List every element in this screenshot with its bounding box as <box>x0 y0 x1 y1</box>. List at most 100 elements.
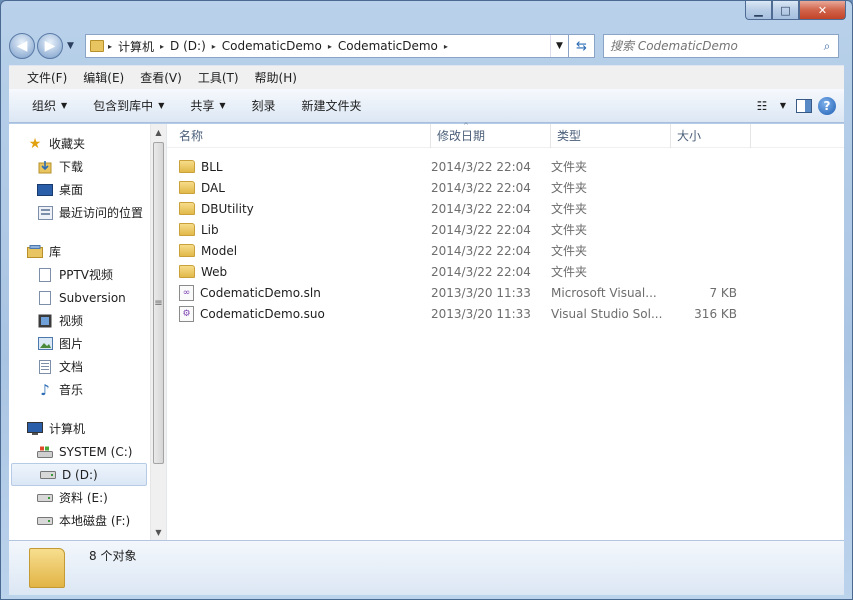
sidebar-item-label: 本地磁盘 (F:) <box>59 514 131 528</box>
menu-tools[interactable]: 工具(T) <box>190 69 247 86</box>
table-row[interactable]: ∞ CodematicDemo.sln 2013/3/20 11:33 Microso… <box>167 282 844 303</box>
sidebar-item-desktop[interactable]: 桌面 <box>9 178 149 201</box>
file-date-cell: 2014/3/22 22:04 <box>431 222 531 237</box>
breadcrumb-separator[interactable]: ▸ <box>444 42 448 51</box>
address-dropdown-icon[interactable]: ▼ <box>550 35 568 57</box>
search-icon[interactable]: ⌕ <box>816 39 838 54</box>
burn-button[interactable]: 刻录 <box>239 97 289 114</box>
recent-places-icon <box>37 205 53 220</box>
breadcrumb-codematicdemo-parent[interactable]: CodematicDemo <box>216 39 328 53</box>
file-size-cell: 316 KB <box>694 306 737 321</box>
maximize-button[interactable]: □ <box>772 1 799 20</box>
back-button[interactable]: ◀ <box>9 33 35 59</box>
scroll-thumb[interactable]: ≡ <box>153 142 164 464</box>
pictures-icon <box>37 337 53 351</box>
breadcrumb-computer[interactable]: 计算机 <box>112 38 160 55</box>
video-icon <box>37 314 53 328</box>
sidebar-item-videos[interactable]: 视频 <box>9 309 149 332</box>
file-name-cell[interactable]: DBUtility <box>167 202 425 216</box>
file-type-cell: 文件夹 <box>551 244 588 258</box>
navigation-pane: ★ 收藏夹 下载 桌面 最近访问的位置 库 PPTV视频 Subversion 视… <box>9 124 167 540</box>
table-row[interactable]: ⚙ CodematicDemo.suo 2013/3/20 11:33 Visual … <box>167 303 844 324</box>
sidebar-item-drive-d[interactable]: D (D:) <box>11 463 147 486</box>
share-button[interactable]: 共享 ▼ <box>177 97 238 114</box>
drive-icon <box>40 468 56 482</box>
menu-view[interactable]: 查看(V) <box>132 69 190 86</box>
recent-pages-dropdown[interactable]: ▼ <box>67 41 81 51</box>
scroll-down-icon[interactable]: ▼ <box>151 524 166 540</box>
file-date-cell: 2014/3/22 22:04 <box>431 180 531 195</box>
breadcrumb-drive-d[interactable]: D (D:) <box>164 39 212 53</box>
folder-icon <box>179 244 195 257</box>
preview-pane-button[interactable] <box>790 95 818 117</box>
details-pane: 8 个对象 <box>9 540 844 595</box>
settings-file-icon: ⚙ <box>179 305 194 322</box>
column-header-date[interactable]: 修改日期 <box>431 123 551 148</box>
sidebar-item-subversion[interactable]: Subversion <box>9 286 149 309</box>
column-header-type[interactable]: 类型 <box>551 123 671 148</box>
file-name-cell[interactable]: BLL <box>167 160 425 174</box>
sidebar-item-drive-c[interactable]: SYSTEM (C:) <box>9 440 149 463</box>
file-name-cell[interactable]: Model <box>167 244 425 258</box>
help-icon[interactable]: ? <box>818 96 836 115</box>
menu-file[interactable]: 文件(F) <box>19 69 75 86</box>
file-date-cell: 2014/3/22 22:04 <box>431 201 531 216</box>
file-name-cell[interactable]: ⚙ CodematicDemo.suo <box>167 305 425 322</box>
refresh-button[interactable]: ⇆ <box>569 34 595 58</box>
new-folder-button[interactable]: 新建文件夹 <box>289 97 375 114</box>
file-type-cell: 文件夹 <box>551 181 588 195</box>
menu-help[interactable]: 帮助(H) <box>247 69 305 86</box>
sidebar-item-drive-e[interactable]: 资料 (E:) <box>9 486 149 509</box>
object-count: 8 个对象 <box>89 549 137 563</box>
file-name-cell[interactable]: Lib <box>167 223 425 237</box>
sidebar-item-downloads[interactable]: 下载 <box>9 155 149 178</box>
minimize-button[interactable]: ▁ <box>745 1 772 20</box>
file-name-cell[interactable]: ∞ CodematicDemo.sln <box>167 284 425 301</box>
library-icon <box>27 245 43 259</box>
address-bar[interactable]: ▸ 计算机 ▸ D (D:) ▸ CodematicDemo ▸ Codemat… <box>85 34 569 58</box>
sidebar-item-computer[interactable]: 计算机 <box>9 417 149 440</box>
documents-icon <box>37 359 53 374</box>
sidebar-item-pictures[interactable]: 图片 <box>9 332 149 355</box>
folder-icon <box>179 223 195 236</box>
navigation-scrollbar[interactable]: ▲ ≡ ▼ <box>150 124 166 540</box>
include-in-library-button[interactable]: 包含到库中 ▼ <box>80 97 177 114</box>
view-options-icon[interactable]: ☷ <box>748 95 776 117</box>
folder-icon <box>90 40 104 52</box>
view-dropdown-icon[interactable]: ▼ <box>776 95 790 117</box>
organize-button[interactable]: 组织 ▼ <box>19 97 80 114</box>
share-label: 共享 <box>190 99 215 113</box>
search-box[interactable]: ⌕ <box>603 34 839 58</box>
table-row[interactable]: Lib 2014/3/22 22:04 文件夹 <box>167 219 844 240</box>
table-row[interactable]: Web 2014/3/22 22:04 文件夹 <box>167 261 844 282</box>
breadcrumb-codematicdemo[interactable]: CodematicDemo <box>332 39 444 53</box>
folder-icon <box>179 181 195 194</box>
table-row[interactable]: BLL 2014/3/22 22:04 文件夹 <box>167 156 844 177</box>
table-row[interactable]: DBUtility 2014/3/22 22:04 文件夹 <box>167 198 844 219</box>
desktop-icon <box>37 183 53 197</box>
menu-edit[interactable]: 编辑(E) <box>75 69 132 86</box>
sidebar-item-label: D (D:) <box>62 467 98 482</box>
drive-icon <box>37 491 53 505</box>
column-header-size[interactable]: 大小 <box>671 123 751 148</box>
file-name-cell[interactable]: DAL <box>167 181 425 195</box>
sidebar-item-recent-places[interactable]: 最近访问的位置 <box>9 201 149 224</box>
column-header-name[interactable]: 名称 <box>167 123 431 148</box>
search-input[interactable] <box>610 39 816 53</box>
scroll-up-icon[interactable]: ▲ <box>151 124 166 140</box>
table-row[interactable]: Model 2014/3/22 22:04 文件夹 <box>167 240 844 261</box>
close-button[interactable]: ✕ <box>799 1 846 20</box>
file-name-cell[interactable]: Web <box>167 265 425 279</box>
sidebar-item-drive-f[interactable]: 本地磁盘 (F:) <box>9 509 149 532</box>
forward-button[interactable]: ▶ <box>37 33 63 59</box>
sidebar-item-documents[interactable]: 文档 <box>9 355 149 378</box>
folder-icon <box>29 548 65 588</box>
menu-bar: 文件(F) 编辑(E) 查看(V) 工具(T) 帮助(H) <box>9 65 844 89</box>
sidebar-item-pptv-video[interactable]: PPTV视频 <box>9 263 149 286</box>
sidebar-item-libraries[interactable]: 库 <box>9 240 149 263</box>
sidebar-item-music[interactable]: ♪ 音乐 <box>9 378 149 401</box>
table-row[interactable]: DAL 2014/3/22 22:04 文件夹 <box>167 177 844 198</box>
file-date-cell: 2013/3/20 11:33 <box>431 285 531 300</box>
sidebar-item-favorites[interactable]: ★ 收藏夹 <box>9 132 149 155</box>
sidebar-item-label: 文档 <box>59 360 84 374</box>
